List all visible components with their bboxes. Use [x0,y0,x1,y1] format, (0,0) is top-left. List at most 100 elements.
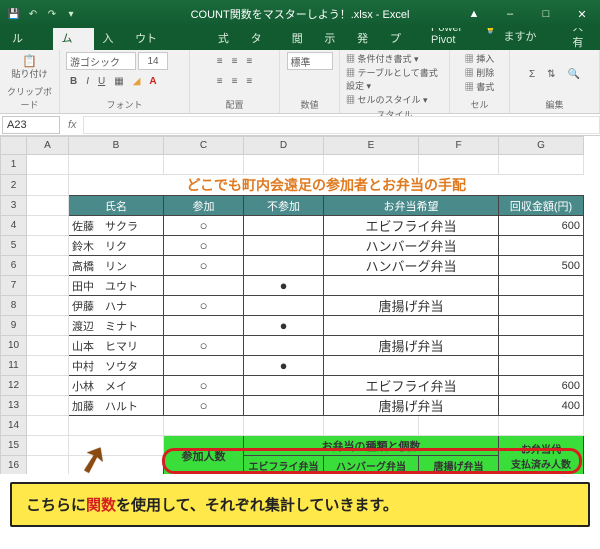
cell-join[interactable]: ○ [164,216,244,236]
row-header[interactable]: 1 [1,155,27,175]
cell-skip[interactable] [244,236,324,256]
cell-fee[interactable]: 600 [499,376,584,396]
cell-fee[interactable] [499,236,584,256]
italic-button[interactable]: I [82,72,93,90]
row-header[interactable]: 4 [1,216,27,236]
number-format-select[interactable]: 標準 [287,52,333,70]
cell-join[interactable] [164,356,244,376]
cell-bento[interactable]: エビフライ弁当 [324,376,499,396]
row-header[interactable]: 10 [1,336,27,356]
cell-join[interactable]: ○ [164,336,244,356]
row-header[interactable]: 3 [1,196,27,216]
align-mid-button[interactable]: ≡ [228,52,242,70]
cell-name[interactable]: 田中 ユウト [69,276,164,296]
summary-header[interactable]: 参加人数 [164,436,244,475]
close-icon[interactable]: ✕ [564,0,600,28]
table-header[interactable]: お弁当希望 [324,196,499,216]
cell-name[interactable]: 伊藤 ハナ [69,296,164,316]
cell-join[interactable]: ○ [164,256,244,276]
summary-header[interactable]: ハンバーグ弁当 [324,456,419,475]
font-name-select[interactable]: 游ゴシック [66,52,136,70]
cell-bento[interactable]: ハンバーグ弁当 [324,236,499,256]
font-color-button[interactable]: A [145,72,160,90]
row-header[interactable]: 8 [1,296,27,316]
col-header[interactable]: F [419,137,499,155]
cell-skip[interactable] [244,296,324,316]
cell-name[interactable]: 加藤 ハルト [69,396,164,416]
cell-join[interactable]: ○ [164,296,244,316]
cell-bento[interactable] [324,356,499,376]
col-header[interactable]: A [27,137,69,155]
cond-format-button[interactable]: ▦ 条件付き書式 ▾ [346,52,419,65]
cell-skip[interactable] [244,396,324,416]
cell-bento[interactable]: 唐揚げ弁当 [324,396,499,416]
minimize-icon[interactable]: – [492,0,528,28]
cell-name[interactable]: 山本 ヒマリ [69,336,164,356]
cell-name[interactable]: 佐藤 サクラ [69,216,164,236]
table-format-button[interactable]: ▦ テーブルとして書式設定 ▾ [346,66,443,92]
cell-bento[interactable] [324,316,499,336]
underline-button[interactable]: U [94,72,109,90]
cell-skip[interactable] [244,216,324,236]
cell-skip[interactable] [244,256,324,276]
paste-button[interactable]: 📋 貼り付け [11,55,47,80]
find-button[interactable]: 🔍 [564,65,584,83]
summary-header[interactable]: お弁当の種類と個数 [244,436,499,456]
row-header[interactable]: 9 [1,316,27,336]
col-header[interactable]: B [69,137,164,155]
cell-fee[interactable]: 400 [499,396,584,416]
cell-fee[interactable]: 600 [499,216,584,236]
row-header[interactable]: 2 [1,175,27,196]
align-left-button[interactable]: ≡ [213,72,227,90]
col-header[interactable]: C [164,137,244,155]
autosum-button[interactable]: Σ [525,65,539,83]
col-header[interactable]: G [499,137,584,155]
cell-skip[interactable]: ● [244,356,324,376]
table-header[interactable]: 回収金額(円) [499,196,584,216]
col-header[interactable]: D [244,137,324,155]
cell-fee[interactable] [499,316,584,336]
cell-name[interactable]: 小林 メイ [69,376,164,396]
name-box[interactable]: A23 [2,116,60,134]
row-header[interactable]: 12 [1,376,27,396]
cell-name[interactable]: 中村 ソウタ [69,356,164,376]
row-header[interactable]: 13 [1,396,27,416]
row-header[interactable]: 11 [1,356,27,376]
select-all-corner[interactable] [1,137,27,155]
cell-join[interactable]: ○ [164,396,244,416]
cell-fee[interactable] [499,356,584,376]
cell-fee[interactable]: 500 [499,256,584,276]
table-header[interactable]: 氏名 [69,196,164,216]
align-center-button[interactable]: ≡ [228,72,242,90]
col-header[interactable]: E [324,137,419,155]
save-icon[interactable]: 💾 [6,6,22,22]
cell-fee[interactable] [499,276,584,296]
table-header[interactable]: 参加 [164,196,244,216]
bold-button[interactable]: B [66,72,81,90]
sort-filter-button[interactable]: ⇅ [543,65,559,83]
cell-bento[interactable]: ハンバーグ弁当 [324,256,499,276]
insert-cells-button[interactable]: ▦ 挿入 [465,52,495,65]
format-cells-button[interactable]: ▦ 書式 [465,80,495,93]
cell-join[interactable]: ○ [164,376,244,396]
fill-color-button[interactable]: ◢ [129,72,145,90]
sheet-title[interactable]: どこでも町内会遠足の参加者とお弁当の手配 [69,175,584,196]
font-size-select[interactable]: 14 [138,52,168,70]
qat-dropdown-icon[interactable]: ▾ [63,6,79,22]
cell-skip[interactable] [244,336,324,356]
delete-cells-button[interactable]: ▦ 削除 [465,66,495,79]
cell-skip[interactable]: ● [244,276,324,296]
cell-styles-button[interactable]: ▦ セルのスタイル ▾ [346,93,428,106]
align-bot-button[interactable]: ≡ [242,52,256,70]
summary-header[interactable]: 唐揚げ弁当 [419,456,499,475]
cell-bento[interactable] [324,276,499,296]
cell-fee[interactable] [499,336,584,356]
cell-bento[interactable]: 唐揚げ弁当 [324,336,499,356]
cell-skip[interactable]: ● [244,316,324,336]
fx-icon[interactable]: fx [62,119,83,131]
align-right-button[interactable]: ≡ [242,72,256,90]
undo-icon[interactable]: ↶ [25,6,41,22]
row-header[interactable]: 5 [1,236,27,256]
cell-name[interactable]: 渡辺 ミナト [69,316,164,336]
row-header[interactable]: 7 [1,276,27,296]
